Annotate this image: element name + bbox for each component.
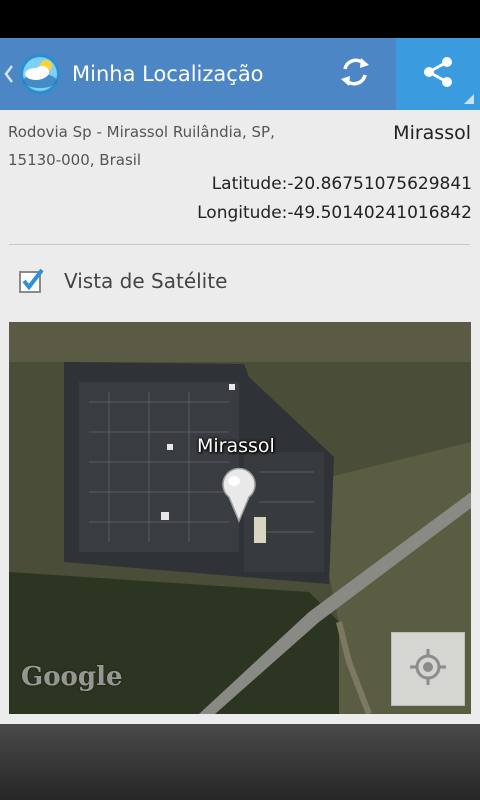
share-icon [420, 54, 456, 94]
city-name: Mirassol [393, 122, 471, 144]
refresh-button[interactable] [316, 38, 394, 110]
weather-globe-icon [16, 50, 64, 98]
latitude-row: Latitude:-20.86751075629841 [212, 174, 472, 194]
my-location-button[interactable] [391, 632, 465, 706]
satellite-view-label: Vista de Satélite [64, 269, 228, 293]
overflow-indicator-icon [464, 94, 474, 104]
status-bar [0, 0, 480, 38]
checkbox-checked-icon[interactable] [18, 268, 44, 294]
refresh-icon [337, 54, 373, 94]
chevron-left-icon [4, 64, 14, 84]
app-title: Minha Localização [72, 62, 264, 86]
up-navigation[interactable]: Minha Localização [0, 38, 264, 110]
latitude-value: -20.86751075629841 [287, 174, 472, 194]
address-line-2: 15130-000, Brasil [8, 151, 142, 169]
map-pin-icon[interactable] [221, 467, 257, 527]
location-content: Rodovia Sp - Mirassol Ruilândia, SP, 151… [0, 110, 480, 725]
satellite-map[interactable]: Mirassol Google [9, 322, 471, 714]
longitude-label: Longitude: [197, 203, 288, 223]
address-line-1: Rodovia Sp - Mirassol Ruilândia, SP, [8, 123, 275, 141]
latitude-label: Latitude: [211, 174, 288, 194]
my-location-icon [408, 647, 448, 691]
address: Rodovia Sp - Mirassol Ruilândia, SP, 151… [8, 118, 298, 174]
share-button[interactable] [396, 38, 480, 110]
google-attribution: Google [21, 662, 123, 692]
longitude-value: -49.50140241016842 [287, 203, 472, 223]
satellite-view-toggle[interactable]: Vista de Satélite [18, 268, 227, 294]
divider [9, 244, 470, 245]
map-marker-label: Mirassol [197, 435, 275, 457]
longitude-row: Longitude:-49.50140241016842 [197, 203, 472, 223]
bottom-bar [0, 724, 480, 800]
action-bar: Minha Localização [0, 38, 480, 110]
